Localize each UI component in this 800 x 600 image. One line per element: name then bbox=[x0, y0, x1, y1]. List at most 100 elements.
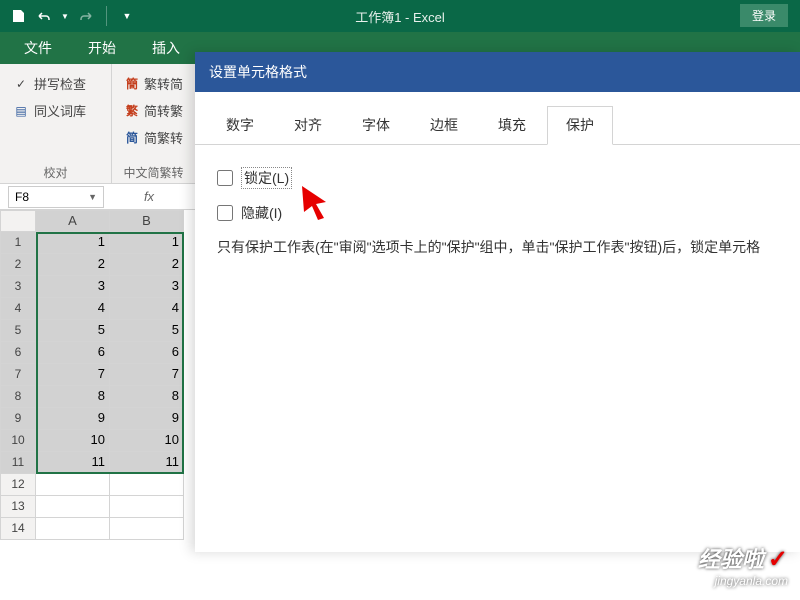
dialog-title: 设置单元格格式 bbox=[195, 52, 800, 92]
hide-label[interactable]: 隐藏(I) bbox=[241, 203, 282, 223]
cell[interactable] bbox=[110, 518, 184, 540]
row-header[interactable]: 12 bbox=[0, 474, 36, 496]
cell[interactable]: 5 bbox=[36, 320, 110, 342]
cell[interactable]: 7 bbox=[36, 364, 110, 386]
convert-icon: 简 bbox=[124, 129, 140, 147]
cell[interactable]: 8 bbox=[36, 386, 110, 408]
ribbon-group-chinese: 簡 繁转简 繁 简转繁 简 简繁转 中文简繁转 bbox=[112, 64, 196, 183]
row-header[interactable]: 11 bbox=[0, 452, 36, 474]
cell[interactable]: 10 bbox=[110, 430, 184, 452]
cell[interactable] bbox=[110, 496, 184, 518]
row-header[interactable]: 13 bbox=[0, 496, 36, 518]
cell[interactable]: 3 bbox=[110, 276, 184, 298]
trad-to-simp-icon: 簡 bbox=[124, 75, 140, 93]
hide-checkbox-row: 隐藏(I) bbox=[217, 203, 778, 223]
undo-dropdown-icon[interactable]: ▼ bbox=[60, 6, 70, 26]
protection-description: 只有保护工作表(在"审阅"选项卡上的"保护"组中，单击"保护工作表"按钮)后，锁… bbox=[217, 237, 778, 258]
cell[interactable]: 7 bbox=[110, 364, 184, 386]
cell[interactable]: 1 bbox=[110, 232, 184, 254]
group-label-chinese: 中文简繁转 bbox=[120, 160, 187, 181]
row-header[interactable]: 3 bbox=[0, 276, 36, 298]
row-header[interactable]: 4 bbox=[0, 298, 36, 320]
select-all-corner[interactable] bbox=[0, 210, 36, 232]
cell[interactable]: 2 bbox=[36, 254, 110, 276]
dlg-tab-border[interactable]: 边框 bbox=[411, 106, 477, 144]
cell[interactable]: 4 bbox=[36, 298, 110, 320]
cell[interactable]: 1 bbox=[36, 232, 110, 254]
qat-separator bbox=[106, 6, 107, 26]
cell[interactable] bbox=[36, 518, 110, 540]
spell-check-label: 拼写检查 bbox=[34, 74, 86, 93]
name-box[interactable]: F8 ▼ bbox=[8, 186, 104, 208]
tab-file[interactable]: 文件 bbox=[10, 32, 66, 64]
watermark: 经验啦✓ jingyanla.com bbox=[698, 542, 788, 588]
ribbon-group-proofing: ✓ 拼写检查 ▤ 同义词库 校对 bbox=[0, 64, 112, 183]
row-header[interactable]: 5 bbox=[0, 320, 36, 342]
format-cells-dialog: 设置单元格格式 数字 对齐 字体 边框 填充 保护 锁定(L) 隐藏(I) 只有… bbox=[195, 52, 800, 552]
cell[interactable]: 8 bbox=[110, 386, 184, 408]
row-header[interactable]: 2 bbox=[0, 254, 36, 276]
watermark-check-icon: ✓ bbox=[768, 546, 788, 573]
lock-label[interactable]: 锁定(L) bbox=[241, 167, 292, 189]
dlg-tab-font[interactable]: 字体 bbox=[343, 106, 409, 144]
dialog-body: 锁定(L) 隐藏(I) 只有保护工作表(在"审阅"选项卡上的"保护"组中，单击"… bbox=[195, 145, 800, 280]
trad-to-simp-label: 繁转简 bbox=[144, 74, 183, 93]
hide-checkbox[interactable] bbox=[217, 205, 233, 221]
row-header[interactable]: 8 bbox=[0, 386, 36, 408]
watermark-text: 经验啦 bbox=[698, 547, 764, 572]
cell[interactable]: 10 bbox=[36, 430, 110, 452]
row-header[interactable]: 14 bbox=[0, 518, 36, 540]
dlg-tab-fill[interactable]: 填充 bbox=[479, 106, 545, 144]
qat-customize-icon[interactable]: ▼ bbox=[117, 6, 137, 26]
simp-to-trad-button[interactable]: 繁 简转繁 bbox=[120, 99, 187, 122]
redo-icon[interactable] bbox=[76, 6, 96, 26]
name-box-value: F8 bbox=[15, 190, 29, 204]
dlg-tab-align[interactable]: 对齐 bbox=[275, 106, 341, 144]
cell[interactable]: 6 bbox=[36, 342, 110, 364]
row-header[interactable]: 6 bbox=[0, 342, 36, 364]
tab-home[interactable]: 开始 bbox=[74, 32, 130, 64]
cell[interactable]: 11 bbox=[36, 452, 110, 474]
cell[interactable]: 2 bbox=[110, 254, 184, 276]
cell[interactable] bbox=[110, 474, 184, 496]
cell[interactable]: 3 bbox=[36, 276, 110, 298]
trad-to-simp-button[interactable]: 簡 繁转简 bbox=[120, 72, 187, 95]
row-header[interactable]: 9 bbox=[0, 408, 36, 430]
row-header[interactable]: 7 bbox=[0, 364, 36, 386]
login-button[interactable]: 登录 bbox=[740, 4, 788, 27]
cell[interactable] bbox=[36, 474, 110, 496]
fx-icon[interactable]: fx bbox=[138, 189, 160, 204]
dlg-tab-number[interactable]: 数字 bbox=[207, 106, 273, 144]
spell-check-icon: ✓ bbox=[12, 75, 30, 93]
group-label-proofing: 校对 bbox=[8, 160, 103, 181]
row-header[interactable]: 1 bbox=[0, 232, 36, 254]
cell[interactable]: 5 bbox=[110, 320, 184, 342]
simp-to-trad-icon: 繁 bbox=[124, 102, 140, 120]
dialog-tabs: 数字 对齐 字体 边框 填充 保护 bbox=[195, 92, 800, 145]
convert-label: 简繁转 bbox=[144, 128, 183, 147]
quick-access-toolbar: ▼ ▼ bbox=[0, 6, 137, 26]
undo-icon[interactable] bbox=[34, 6, 54, 26]
thesaurus-icon: ▤ bbox=[12, 102, 30, 120]
cell[interactable] bbox=[36, 496, 110, 518]
lock-checkbox-row: 锁定(L) bbox=[217, 167, 778, 189]
col-header-b[interactable]: B bbox=[110, 210, 184, 232]
lock-checkbox[interactable] bbox=[217, 170, 233, 186]
cell[interactable]: 11 bbox=[110, 452, 184, 474]
save-icon[interactable] bbox=[8, 6, 28, 26]
name-box-dropdown-icon[interactable]: ▼ bbox=[88, 192, 97, 202]
tab-insert[interactable]: 插入 bbox=[138, 32, 194, 64]
col-header-a[interactable]: A bbox=[36, 210, 110, 232]
cell[interactable]: 6 bbox=[110, 342, 184, 364]
cell[interactable]: 9 bbox=[110, 408, 184, 430]
thesaurus-button[interactable]: ▤ 同义词库 bbox=[8, 99, 103, 122]
cell[interactable]: 9 bbox=[36, 408, 110, 430]
convert-button[interactable]: 简 简繁转 bbox=[120, 126, 187, 149]
app-title: 工作簿1 - Excel bbox=[355, 7, 445, 26]
cell[interactable]: 4 bbox=[110, 298, 184, 320]
thesaurus-label: 同义词库 bbox=[34, 101, 86, 120]
row-header[interactable]: 10 bbox=[0, 430, 36, 452]
dlg-tab-protection[interactable]: 保护 bbox=[547, 106, 613, 145]
spell-check-button[interactable]: ✓ 拼写检查 bbox=[8, 72, 103, 95]
watermark-url: jingyanla.com bbox=[698, 574, 788, 588]
